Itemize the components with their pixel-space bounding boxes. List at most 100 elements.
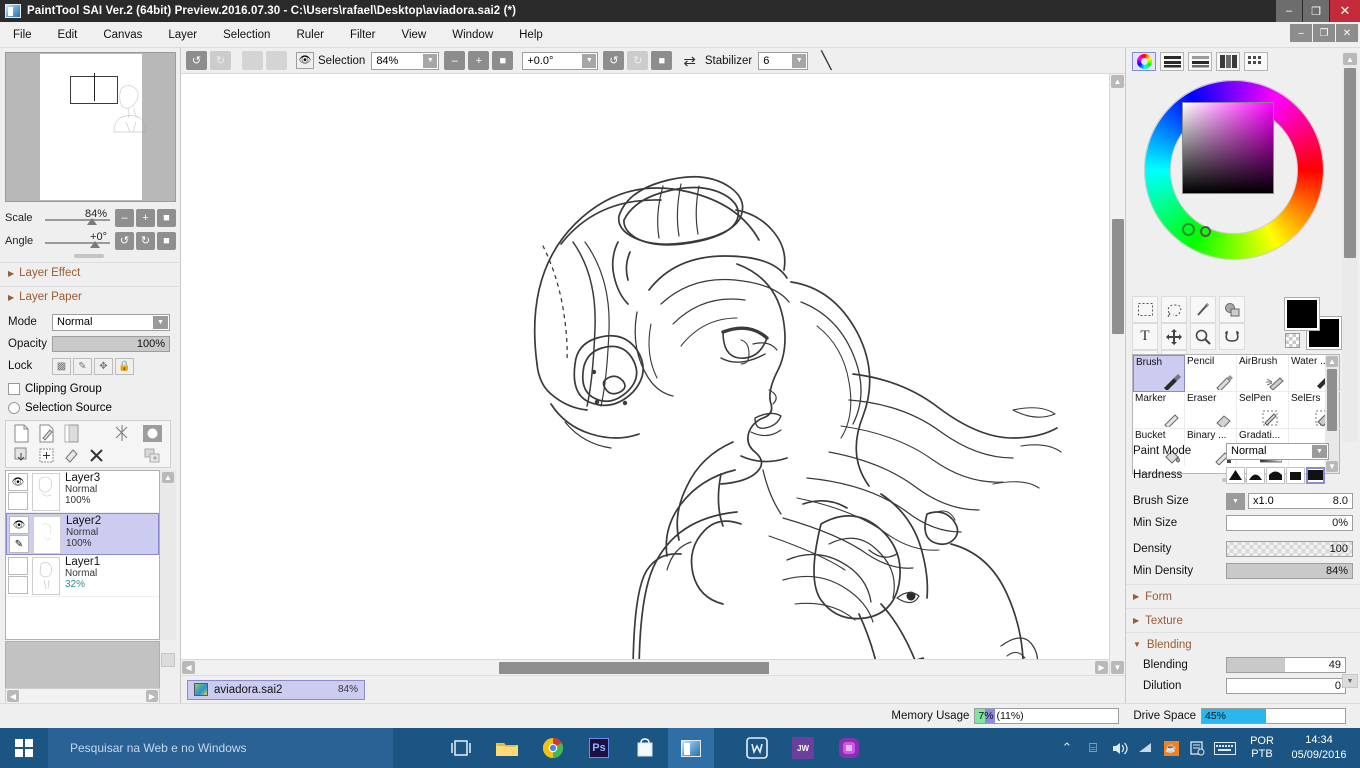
java-icon[interactable]: ☕: [1158, 728, 1184, 768]
eye-icon[interactable]: 👁: [9, 516, 29, 534]
scroll-right-icon[interactable]: ▶: [1095, 661, 1108, 674]
menu-file[interactable]: File: [0, 25, 45, 45]
layer-edit-indicator[interactable]: [8, 492, 28, 510]
layer-opacity-slider[interactable]: 100%: [52, 336, 170, 352]
menu-edit[interactable]: Edit: [45, 25, 91, 45]
brush-size-field[interactable]: x1.0 8.0: [1248, 493, 1353, 509]
right-panel-scrollbar[interactable]: ▲: [1342, 52, 1358, 442]
new-layer-icon[interactable]: [10, 423, 32, 444]
layer-edit-indicator[interactable]: [8, 576, 28, 594]
canvas-paper[interactable]: [181, 74, 1109, 675]
min-density-slider[interactable]: 84%: [1226, 563, 1353, 579]
blending-slider[interactable]: 49: [1226, 657, 1346, 673]
duplicate-layer-icon[interactable]: [141, 445, 163, 466]
clock[interactable]: 14:34 05/09/2016: [1284, 733, 1354, 763]
selection-source-toggle-icon[interactable]: [141, 423, 163, 444]
wacom-button[interactable]: [734, 728, 780, 768]
new-folder-icon[interactable]: [60, 423, 82, 444]
selection-source-row[interactable]: Selection Source: [0, 398, 181, 418]
eye-icon-off[interactable]: [8, 557, 28, 575]
notes-icon[interactable]: [1184, 728, 1210, 768]
tab-palette[interactable]: [1216, 52, 1240, 71]
canvas-rotate-right-button[interactable]: ↻: [627, 51, 648, 70]
tab-swatches[interactable]: [1244, 52, 1268, 71]
stabilizer-select[interactable]: 6 ▼: [758, 52, 808, 70]
canvas-vertical-scrollbar[interactable]: ▲ ▼: [1109, 74, 1125, 675]
photoshop-button[interactable]: Ps: [576, 728, 622, 768]
selection-source-radio[interactable]: [8, 402, 20, 414]
canvas-angle-select[interactable]: +0.0° ▼: [522, 52, 598, 70]
canvas-zoom-in-button[interactable]: +: [468, 51, 489, 70]
zoom-in-button[interactable]: +: [136, 209, 155, 227]
usb-icon[interactable]: ⌸: [1080, 728, 1106, 768]
brush-tool-pencil[interactable]: Pencil: [1185, 355, 1237, 392]
move-tool[interactable]: [1161, 323, 1187, 350]
panel-resize-grip[interactable]: [74, 254, 104, 258]
scroll-left-icon[interactable]: ◀: [182, 661, 195, 674]
color-wheel[interactable]: [1144, 80, 1324, 260]
layer-list[interactable]: 👁 Layer3 Normal 100% 👁 ✎: [5, 470, 160, 640]
menu-help[interactable]: Help: [506, 25, 556, 45]
minimize-button[interactable]: –: [1276, 0, 1302, 22]
layer-row-selected[interactable]: 👁 ✎ Layer2 Normal 100%: [6, 513, 159, 555]
start-button[interactable]: [0, 728, 48, 768]
rotate-left-button[interactable]: ↺: [115, 232, 134, 250]
tab-hsv-sliders[interactable]: [1188, 52, 1212, 71]
brush-size-dropdown-icon[interactable]: ▼: [1226, 493, 1245, 510]
angle-slider[interactable]: +0°: [45, 232, 110, 250]
scroll-up-icon[interactable]: ▲: [1111, 75, 1124, 88]
saturation-value-marker[interactable]: [1200, 226, 1211, 237]
navigator-preview[interactable]: [5, 52, 176, 202]
task-view-button[interactable]: [438, 728, 484, 768]
rect-select-tool[interactable]: [1132, 296, 1158, 323]
doc-close-button[interactable]: ✕: [1336, 24, 1358, 42]
toolbar-extra-button-2[interactable]: [266, 51, 287, 70]
canvas-rotate-reset-button[interactable]: ■: [651, 51, 672, 70]
zoom-tool[interactable]: [1190, 323, 1216, 350]
eye-icon[interactable]: 👁: [8, 473, 28, 491]
selection-visibility-icon[interactable]: 👁: [296, 52, 314, 69]
transparent-color-swatch[interactable]: [1285, 333, 1300, 348]
scroll-up-icon[interactable]: ▲: [162, 472, 174, 483]
show-hidden-icons-button[interactable]: ⌃: [1054, 728, 1080, 768]
menu-layer[interactable]: Layer: [155, 25, 210, 45]
volume-icon[interactable]: [1106, 728, 1132, 768]
canvas-rotate-left-button[interactable]: ↺: [603, 51, 624, 70]
zoom-reset-button[interactable]: ■: [157, 209, 176, 227]
ruler-tool-icon[interactable]: [111, 423, 133, 444]
lock-position-icon[interactable]: ✥: [94, 358, 113, 375]
document-tab[interactable]: aviadora.sai2 84%: [187, 680, 365, 700]
lock-all-icon[interactable]: 🔒: [115, 358, 134, 375]
lasso-select-tool[interactable]: [1161, 296, 1187, 323]
brush-tool-airbrush[interactable]: AirBrush: [1237, 355, 1289, 392]
brush-tool-marker[interactable]: Marker: [1133, 392, 1185, 429]
move-selection-tool[interactable]: [1219, 296, 1245, 323]
layer-row[interactable]: 👁 Layer3 Normal 100%: [6, 471, 159, 513]
store-button[interactable]: [622, 728, 668, 768]
layer-row[interactable]: Layer1 Normal 32%: [6, 555, 159, 597]
media-button[interactable]: [826, 728, 872, 768]
doc-restore-button[interactable]: ❐: [1313, 24, 1335, 42]
panel-collapse-button[interactable]: [161, 653, 175, 667]
density-slider[interactable]: 100: [1226, 541, 1353, 557]
undo-button[interactable]: ↺: [186, 51, 207, 70]
lock-pixels-icon[interactable]: ✎: [73, 358, 92, 375]
menu-filter[interactable]: Filter: [337, 25, 389, 45]
redo-button[interactable]: ↻: [210, 51, 231, 70]
language-indicator[interactable]: POR PTB: [1240, 735, 1284, 761]
scroll-down-icon[interactable]: ▼: [1342, 674, 1358, 688]
clipping-group-checkbox[interactable]: [8, 383, 20, 395]
rotate-reset-button[interactable]: ■: [157, 232, 176, 250]
close-button[interactable]: ✕: [1330, 0, 1360, 22]
merge-down-icon[interactable]: [10, 445, 32, 466]
search-input[interactable]: Pesquisar na Web e no Windows: [48, 728, 393, 768]
hardness-option-3[interactable]: [1266, 467, 1285, 484]
menu-ruler[interactable]: Ruler: [283, 25, 336, 45]
hardness-option-1[interactable]: [1226, 467, 1245, 484]
clipping-group-row[interactable]: Clipping Group: [0, 379, 181, 399]
min-size-field[interactable]: 0%: [1226, 515, 1353, 531]
scroll-up-icon[interactable]: ▲: [1326, 356, 1338, 367]
texture-section[interactable]: ▶ Texture: [1126, 608, 1360, 632]
scroll-down-icon[interactable]: ▼: [1111, 661, 1124, 674]
tab-rgb-sliders[interactable]: [1160, 52, 1184, 71]
